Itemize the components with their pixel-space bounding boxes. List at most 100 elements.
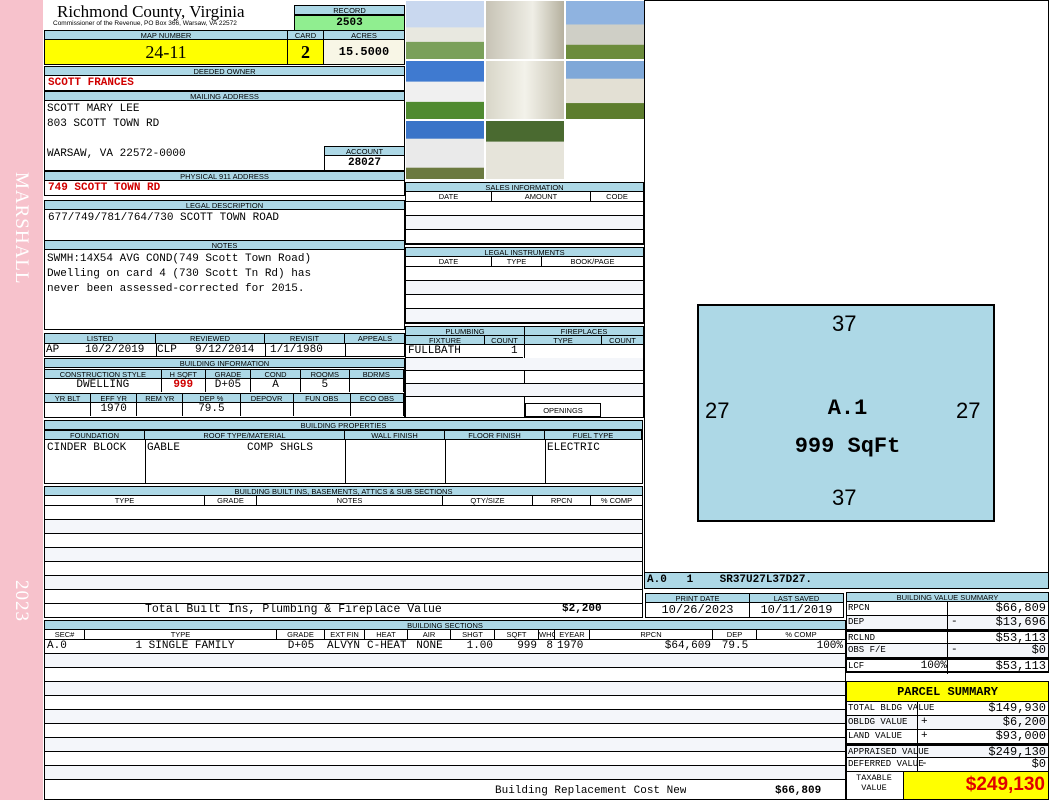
- building-info-value: D+05: [206, 379, 252, 392]
- parcel-summary-row: TOTAL BLDG VALUE $149,930: [847, 702, 1048, 716]
- reviewed-by: CLP: [156, 344, 177, 357]
- fuel-type-value: ELECTRIC: [547, 442, 600, 454]
- section-row[interactable]: A.0 1 SINGLE FAMILY D+05 ALVYN C-HEAT NONE 1.0…: [45, 640, 845, 654]
- replacement-cost-label: Building Replacement Cost New: [495, 785, 687, 797]
- section-row: [45, 710, 845, 724]
- property-photo[interactable]: [485, 0, 565, 60]
- section-cell: 1970: [557, 640, 584, 652]
- section-row: [45, 682, 845, 696]
- building-info-header: FUN OBS: [292, 393, 351, 403]
- section-cell: A.0: [47, 640, 67, 652]
- sales-row: [406, 230, 643, 244]
- replacement-cost-value: $66,809: [775, 785, 822, 797]
- parcel-operator: +: [921, 716, 928, 728]
- section-cell: NONE: [416, 640, 443, 652]
- parcel-value-amount: $6,200: [1002, 716, 1046, 729]
- parcel-operator: -: [921, 758, 928, 770]
- openings-label: OPENINGS: [525, 403, 601, 417]
- parcel-operator: +: [921, 730, 928, 742]
- property-photo[interactable]: [565, 0, 645, 60]
- building-info-header: CONSTRUCTION STYLE: [44, 369, 162, 379]
- divider: [917, 758, 918, 772]
- mailing-line-3: WARSAW, VA 22572-0000: [47, 147, 186, 161]
- roof-material-value: COMP SHGLS: [247, 442, 314, 454]
- sketch-area-label: 999 SqFt: [794, 434, 901, 459]
- property-photo[interactable]: [405, 0, 485, 60]
- value-amount: $66,809: [995, 602, 1046, 615]
- property-col-header: FOUNDATION: [44, 430, 145, 440]
- built-ins-total-value: $2,200: [562, 603, 602, 615]
- divider: [917, 702, 918, 716]
- property-col-header: WALL FINISH: [344, 430, 445, 440]
- building-info-value: 79.5: [183, 403, 241, 416]
- fixture-count: 1: [511, 345, 518, 357]
- card-number: 2: [287, 39, 324, 65]
- building-info-header: ROOMS: [299, 369, 350, 379]
- fireplace-type-col: TYPE: [524, 335, 602, 345]
- value-amount: $0: [1031, 644, 1046, 657]
- sketch-code: A.0 1 SR37U27L37D27.: [644, 572, 1049, 589]
- section-row: [45, 654, 845, 668]
- sales-label: SALES INFORMATION: [405, 182, 644, 192]
- side-strip: MARSHALL 2023: [0, 0, 43, 800]
- header-line: [406, 192, 643, 202]
- building-properties: BUILDING PROPERTIES FOUNDATION ROOF TYPE/…: [44, 420, 643, 484]
- building-sections-table: BUILDING SECTIONS SEC# TYPE GRADE EXT FIN HEA…: [44, 620, 846, 800]
- built-ins-row: [45, 576, 642, 590]
- county-title: Richmond County, Virginia: [57, 2, 245, 21]
- parcel-summary: PARCEL SUMMARY TOTAL BLDG VALUE $149,930 OB…: [846, 681, 1049, 800]
- parcel-summary-row: LAND VALUE + $93,000: [847, 730, 1048, 744]
- sales-row: [406, 202, 643, 216]
- instruments-row: [406, 281, 643, 295]
- built-ins-row: [45, 534, 642, 548]
- legal-description: 677/749/781/764/730 SCOTT TOWN ROAD: [44, 209, 405, 241]
- building-info-header: EFF YR: [90, 393, 138, 403]
- property-photo[interactable]: [565, 60, 645, 120]
- mailing-line-1: SCOTT MARY LEE: [47, 102, 140, 116]
- parcel-value-label: DEFERRED VALUE: [848, 759, 924, 769]
- property-photo[interactable]: [485, 120, 565, 180]
- sketch-dim-bottom: 37: [832, 485, 857, 510]
- reviewed-date: 9/12/2014: [195, 344, 255, 356]
- map-number: 24-11: [44, 39, 288, 65]
- account-number: 28027: [324, 155, 405, 171]
- revisit-label: REVISIT: [265, 334, 345, 344]
- sketch-dim-top: 37: [832, 311, 857, 336]
- section-cell: 1.00: [466, 640, 493, 652]
- instruments-row: [406, 309, 643, 323]
- value-amount: $13,696: [995, 616, 1046, 629]
- property-photo[interactable]: [405, 120, 485, 180]
- header-line: [45, 630, 845, 640]
- section-row: [45, 766, 845, 780]
- taxable-value: $249,130: [903, 772, 1048, 799]
- value-operator: -: [951, 616, 958, 628]
- value-label: LCF: [848, 661, 865, 671]
- sketch-area[interactable]: 37 37 27 27 A.1 999 SqFt: [644, 0, 1049, 573]
- record-label: RECORD: [294, 5, 405, 15]
- section-cell: 79.5: [721, 640, 749, 652]
- building-sections-label: BUILDING SECTIONS: [44, 620, 846, 630]
- building-info-value: 1970: [91, 403, 138, 416]
- building-info-header: H SQFT: [160, 369, 206, 379]
- built-ins-table: BUILDING BUILT INS, BASEMENTS, ATTICS & …: [44, 486, 643, 618]
- property-photo[interactable]: [485, 60, 565, 120]
- section-row: [45, 696, 845, 710]
- plumbing-row: FULLBATH 1: [406, 345, 523, 358]
- property-photo[interactable]: [405, 60, 485, 120]
- property-col-header: FLOOR FINISH: [444, 430, 545, 440]
- building-properties-label: BUILDING PROPERTIES: [44, 420, 643, 430]
- value-summary-row: LCF 100% $53,113: [847, 658, 1048, 674]
- fixture: FULLBATH: [408, 345, 461, 357]
- parcel-summary-row: OBLDG VALUE + $6,200: [847, 716, 1048, 730]
- built-ins-row: [45, 520, 642, 534]
- building-info-value: [350, 379, 404, 392]
- section-row: [45, 668, 845, 682]
- instruments-label: LEGAL INSTRUMENTS: [405, 247, 644, 257]
- building-info-header: COND: [250, 369, 301, 379]
- sales-information: SALES INFORMATION DATE AMOUNT CODE: [405, 182, 644, 245]
- built-ins-row: [45, 506, 642, 520]
- mailing-line-2: 803 SCOTT TOWN RD: [47, 117, 160, 131]
- section-cell: D+05: [287, 640, 315, 652]
- year-label: 2023: [11, 580, 32, 622]
- header-line: [406, 257, 643, 267]
